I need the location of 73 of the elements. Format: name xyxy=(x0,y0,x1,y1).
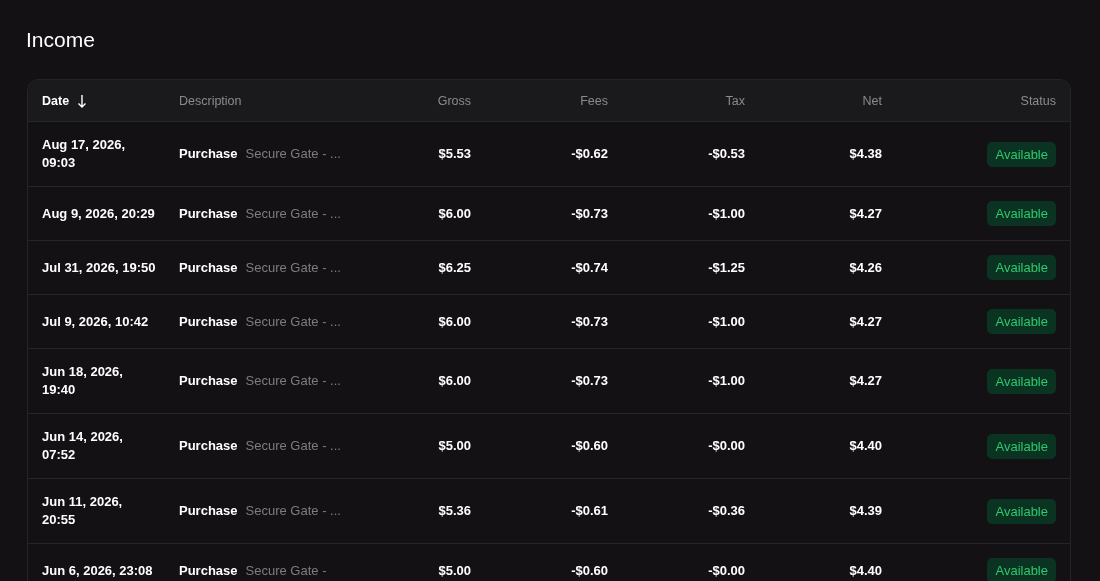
date-cell-text: Jul 9, 2026, 10:42 xyxy=(42,312,150,331)
description-text: Secure Gate - ... xyxy=(245,145,341,163)
amount-cell-text: -$0.60 xyxy=(570,437,608,455)
date-cell-text: Aug 9, 2026, 20:29 xyxy=(42,204,156,223)
amount-cell-text: -$1.00 xyxy=(707,372,745,390)
column-header[interactable]: Status xyxy=(882,93,1056,108)
amount-cell-text: -$0.60 xyxy=(570,561,608,580)
description-text: Secure Gate - ... xyxy=(245,502,341,520)
amount-cell-text: $4.27 xyxy=(848,372,882,390)
column-header[interactable]: Description xyxy=(179,93,364,108)
amount-cell-text: $4.40 xyxy=(848,561,882,580)
column-header[interactable]: Tax xyxy=(608,93,745,108)
amount-cell-text: -$0.53 xyxy=(707,145,745,163)
transaction-type: Purchase xyxy=(179,145,238,163)
amount-cell-text: $6.00 xyxy=(437,204,471,223)
status-badge: Available xyxy=(987,255,1056,280)
status-badge: Available xyxy=(987,309,1056,334)
transaction-type: Purchase xyxy=(179,204,238,223)
amount-cell-text: -$0.73 xyxy=(570,312,608,331)
description-text: Secure Gate - ... xyxy=(245,204,341,223)
status-badge: Available xyxy=(987,368,1056,394)
transaction-type: Purchase xyxy=(179,561,238,580)
transaction-type: Purchase xyxy=(179,502,238,520)
amount-cell-text: -$1.00 xyxy=(707,204,745,223)
transaction-type: Purchase xyxy=(179,372,238,390)
amount-cell-text: $4.40 xyxy=(848,437,882,455)
sort-arrow-icon xyxy=(77,93,88,108)
amount-cell-text: -$0.36 xyxy=(707,502,745,520)
amount-cell-text: -$0.74 xyxy=(570,258,608,277)
column-header[interactable]: Date xyxy=(42,93,179,108)
amount-cell-text: -$0.73 xyxy=(570,372,608,390)
date-cell-text: Jun 6, 2026, 23:08 xyxy=(42,561,154,580)
status-badge: Available xyxy=(987,433,1056,459)
description-text: Secure Gate - ... xyxy=(245,312,341,331)
date-cell-text: Aug 17, 2026, 09:03 xyxy=(42,136,127,172)
amount-cell-text: $5.00 xyxy=(437,561,471,580)
description-text: Secure Gate - ... xyxy=(245,372,341,390)
status-badge: Available xyxy=(987,201,1056,226)
amount-cell-text: $5.53 xyxy=(437,145,471,163)
column-header[interactable]: Gross xyxy=(364,93,471,108)
status-badge: Available xyxy=(987,558,1056,581)
amount-cell-text: $6.00 xyxy=(437,312,471,331)
description-text: Secure Gate - xyxy=(245,561,327,580)
amount-cell-text: -$1.25 xyxy=(707,258,745,277)
amount-cell-text: $6.25 xyxy=(437,258,471,277)
status-badge: Available xyxy=(987,141,1056,167)
amount-cell-text: $5.00 xyxy=(437,437,471,455)
amount-cell-text: $4.39 xyxy=(848,502,882,520)
date-cell-text: Jun 18, 2026, 19:40 xyxy=(42,363,124,399)
amount-cell-text: -$1.00 xyxy=(707,312,745,331)
amount-cell-text: -$0.73 xyxy=(570,204,608,223)
date-cell-text: Jun 11, 2026, 20:55 xyxy=(42,493,124,529)
amount-cell-text: -$0.61 xyxy=(570,502,608,520)
date-cell-text: Jun 14, 2026, 07:52 xyxy=(42,428,124,464)
transaction-type: Purchase xyxy=(179,312,238,331)
description-text: Secure Gate - ... xyxy=(245,258,341,277)
transaction-type: Purchase xyxy=(179,258,238,277)
column-header[interactable]: Net xyxy=(745,93,882,108)
status-badge: Available xyxy=(987,498,1056,524)
amount-cell-text: $6.00 xyxy=(437,372,471,390)
amount-cell-text: $4.27 xyxy=(848,204,882,223)
amount-cell-text: $5.36 xyxy=(437,502,471,520)
date-cell: Jul 31, 2026, 19:50 xyxy=(42,258,157,277)
amount-cell-text: -$0.00 xyxy=(707,561,745,580)
column-header[interactable]: Fees xyxy=(471,93,608,108)
page-title: Income xyxy=(26,27,96,53)
amount-cell-text: -$0.00 xyxy=(707,437,745,455)
amount-cell-text: $4.27 xyxy=(848,312,882,331)
amount-cell-text: $4.26 xyxy=(848,258,882,277)
description-text: Secure Gate - ... xyxy=(245,437,341,455)
transaction-type: Purchase xyxy=(179,437,238,455)
amount-cell-text: $4.38 xyxy=(848,145,882,163)
amount-cell-text: -$0.62 xyxy=(570,145,608,163)
